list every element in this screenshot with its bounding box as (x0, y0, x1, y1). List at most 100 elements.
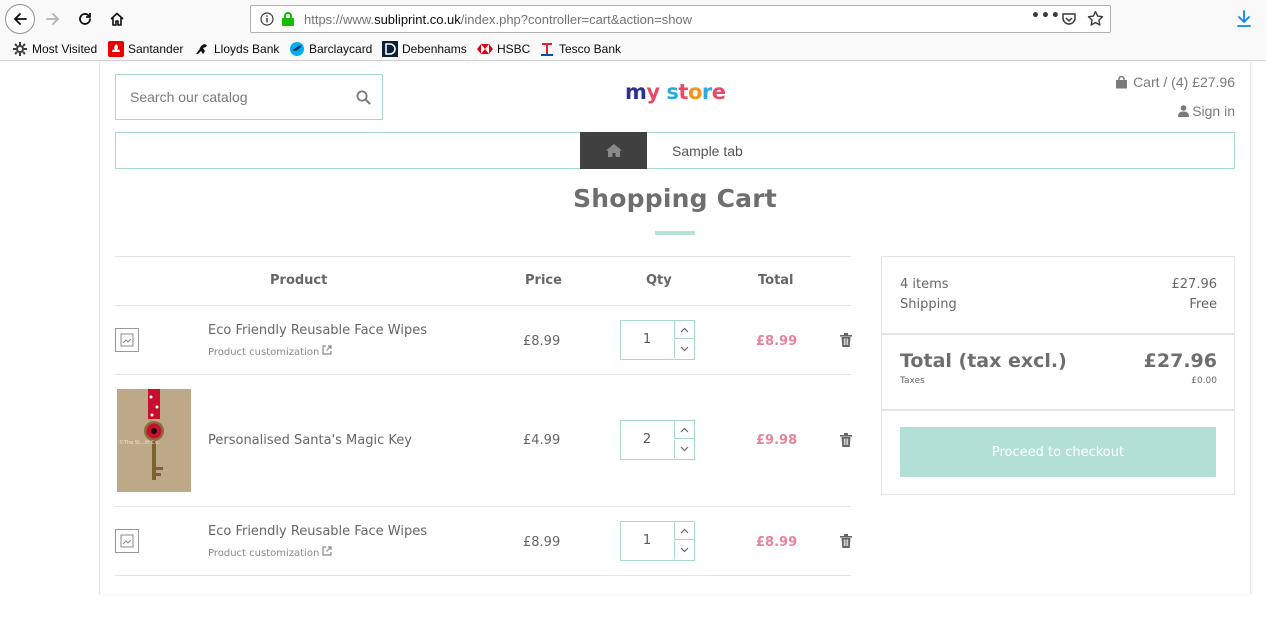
product-price: £8.99 (523, 334, 561, 349)
quantity-stepper[interactable]: 2 (620, 420, 695, 460)
product-customization-label: Product customization (208, 347, 320, 358)
logo-letter (660, 80, 667, 104)
bookmark-label: Tesco Bank (559, 42, 622, 56)
bookmark-label: Barclaycard (309, 42, 373, 56)
quantity-decrease-button[interactable] (674, 440, 694, 458)
back-arrow-icon (14, 13, 27, 25)
table-row: ©The St...ift Co. Personalised Santa's M… (115, 375, 852, 506)
column-header-total: Total (758, 273, 794, 288)
bookmark-star-icon[interactable] (1087, 10, 1104, 27)
product-image-placeholder[interactable] (115, 328, 139, 352)
chevron-down-icon (680, 346, 689, 352)
bookmark-barclaycard[interactable]: Barclaycard (289, 41, 372, 57)
title-underline (655, 231, 695, 235)
chevron-up-icon (680, 427, 689, 432)
home-icon (110, 12, 124, 26)
bookmark-hsbc[interactable]: HSBC (477, 41, 530, 57)
page-actions-button[interactable]: ••• (1031, 8, 1061, 24)
quantity-increase-button[interactable] (674, 321, 694, 339)
sign-in-label: Sign in (1192, 103, 1235, 119)
logo-letter: e (711, 80, 726, 104)
shopping-bag-icon (1116, 75, 1128, 88)
menu-home-button[interactable] (580, 132, 647, 169)
tesco-icon (539, 41, 555, 57)
product-name[interactable]: Eco Friendly Reusable Face Wipes (208, 323, 427, 338)
column-header-qty: Qty (646, 273, 672, 288)
forward-arrow-icon (46, 13, 59, 25)
column-header-price: Price (525, 273, 562, 288)
items-subtotal: £27.96 (1171, 277, 1218, 292)
delete-icon[interactable] (840, 433, 852, 447)
taxes-label: Taxes (900, 376, 925, 386)
reload-icon (79, 13, 91, 25)
menu-tab-sample[interactable]: Sample tab (672, 143, 743, 159)
delete-icon[interactable] (840, 534, 852, 548)
url-host: subliprint.co.uk (374, 12, 461, 27)
product-name[interactable]: Personalised Santa's Magic Key (208, 433, 412, 448)
bookmark-label: Debenhams (402, 42, 467, 56)
bookmark-label: HSBC (497, 42, 531, 56)
sign-in-link[interactable]: Sign in (1178, 103, 1235, 119)
product-customization-link[interactable]: Product customization (208, 546, 333, 559)
reload-button[interactable] (70, 4, 100, 34)
quantity-value[interactable]: 1 (621, 332, 673, 347)
url-bar[interactable]: https://www.subliprint.co.uk/index.php?c… (250, 5, 1111, 33)
page-title: Shopping Cart (573, 184, 777, 213)
bookmark-tesco[interactable]: Tesco Bank (539, 41, 621, 57)
bookmark-lloyds[interactable]: Lloyds Bank (194, 41, 279, 57)
product-price: £4.99 (523, 433, 561, 448)
browser-toolbar: https://www.subliprint.co.uk/index.php?c… (0, 0, 1266, 38)
taxes-value: £0.00 (1191, 376, 1217, 386)
shipping-value: Free (1189, 297, 1217, 312)
quantity-value[interactable]: 2 (621, 432, 673, 447)
total-value: £27.96 (1143, 350, 1217, 372)
quantity-value[interactable]: 1 (621, 533, 673, 548)
key-photo: ©The St...ift Co. (117, 389, 191, 492)
back-button[interactable] (5, 4, 35, 34)
gear-icon (12, 41, 28, 57)
chevron-down-icon (680, 446, 689, 452)
cart-link[interactable]: Cart / (4) £27.96 (1115, 74, 1235, 90)
cart-summary: 4 items £27.96 Shipping Free Total (tax … (881, 256, 1235, 495)
product-name[interactable]: Eco Friendly Reusable Face Wipes (208, 524, 427, 539)
chevron-down-icon (680, 547, 689, 553)
product-customization-link[interactable]: Product customization (208, 345, 333, 358)
quantity-increase-button[interactable] (674, 421, 694, 439)
line-total: £8.99 (756, 334, 798, 349)
external-link-icon (322, 546, 333, 556)
bookmark-label: Santander (128, 42, 184, 56)
forward-button[interactable] (38, 4, 68, 34)
delete-icon[interactable] (840, 333, 852, 347)
quantity-stepper[interactable]: 1 (620, 320, 695, 360)
product-image[interactable]: ©The St...ift Co. (117, 389, 191, 492)
bookmark-label: Most Visited (32, 42, 98, 56)
lock-icon[interactable] (281, 11, 295, 27)
bookmark-debenhams[interactable]: Debenhams (382, 41, 467, 57)
bookmark-santander[interactable]: Santander (108, 41, 183, 57)
info-icon[interactable] (260, 12, 274, 26)
store-page: Search our catalog my store Cart / (4) £… (99, 62, 1251, 594)
horse-icon (194, 41, 210, 57)
download-icon[interactable] (1236, 10, 1252, 28)
proceed-to-checkout-button[interactable]: Proceed to checkout (900, 427, 1216, 477)
quantity-decrease-button[interactable] (674, 340, 694, 358)
search-icon[interactable] (356, 90, 371, 105)
pocket-icon[interactable] (1061, 11, 1077, 27)
quantity-decrease-button[interactable] (674, 541, 694, 559)
eagle-icon (289, 41, 305, 57)
santander-icon (108, 41, 124, 57)
hsbc-icon (477, 41, 493, 57)
quantity-stepper[interactable]: 1 (620, 521, 695, 561)
user-icon (1178, 105, 1190, 117)
quantity-increase-button[interactable] (674, 522, 694, 540)
bookmark-most-visited[interactable]: Most Visited (12, 41, 97, 57)
image-watermark: ©The St...ift Co. (119, 439, 160, 446)
items-count-label: 4 items (900, 277, 949, 292)
bookmarks-bar: Most Visited Santander Lloyds Bank Barcl… (0, 38, 1266, 61)
url-text[interactable]: https://www.subliprint.co.uk/index.php?c… (304, 12, 692, 27)
product-image-placeholder[interactable] (115, 529, 139, 553)
store-logo[interactable]: my store (625, 80, 726, 104)
home-button[interactable] (102, 4, 132, 34)
total-label: Total (tax excl.) (900, 350, 1067, 372)
search-input[interactable]: Search our catalog (115, 74, 383, 120)
